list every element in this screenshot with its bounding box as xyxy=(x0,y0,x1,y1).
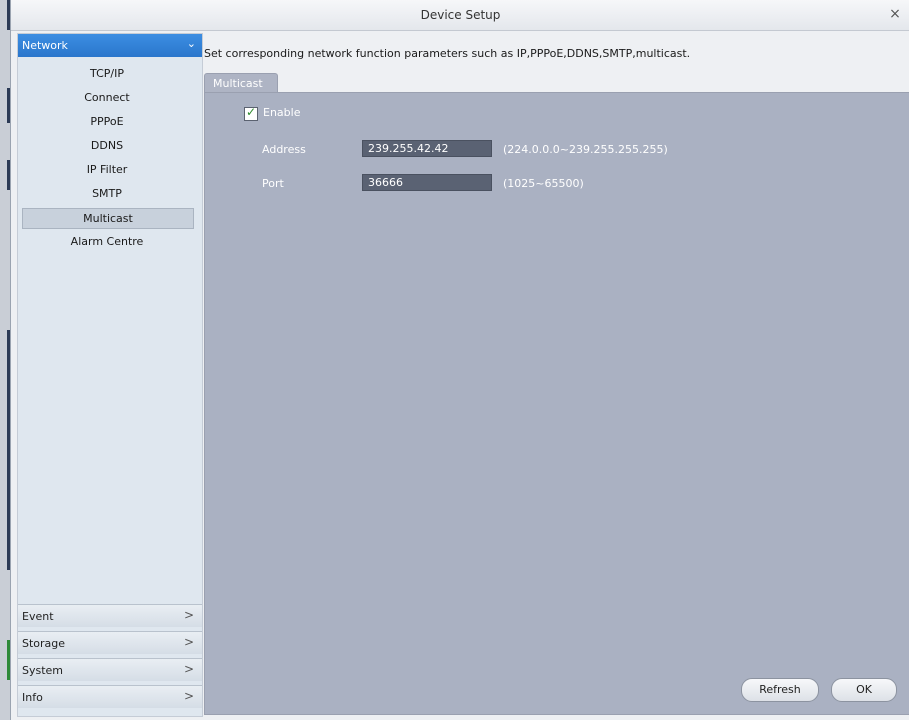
sidebar-item-smtp[interactable]: SMTP xyxy=(22,184,192,204)
sidebar-section-label: Info xyxy=(22,691,43,704)
sidebar-section-event[interactable]: Event > xyxy=(18,604,202,627)
enable-checkbox[interactable]: ✓ xyxy=(244,105,258,121)
desktop-edge xyxy=(0,0,10,720)
sidebar-item-pppoe[interactable]: PPPoE xyxy=(22,112,192,132)
sidebar-section-label: Storage xyxy=(22,637,66,650)
chevron-right-icon: > xyxy=(183,608,194,622)
tab-multicast[interactable]: Multicast xyxy=(204,73,278,93)
sidebar-section-storage[interactable]: Storage > xyxy=(18,631,202,654)
sidebar-item-alarm-centre[interactable]: Alarm Centre xyxy=(22,232,192,252)
device-setup-window: Device Setup × Network ⌄ TCP/IP Connect … xyxy=(10,0,909,720)
page-description: Set corresponding network function param… xyxy=(204,47,691,60)
refresh-button[interactable]: Refresh xyxy=(741,678,819,702)
sidebar-item-connect[interactable]: Connect xyxy=(22,88,192,108)
port-range-hint: (1025~65500) xyxy=(503,177,584,190)
chevron-right-icon: > xyxy=(183,635,194,649)
sidebar-section-network[interactable]: Network ⌄ xyxy=(18,34,202,57)
sidebar-section-info[interactable]: Info > xyxy=(18,685,202,708)
sidebar-section-system[interactable]: System > xyxy=(18,658,202,681)
sidebar: Network ⌄ TCP/IP Connect PPPoE DDNS IP F… xyxy=(17,33,203,717)
title-bar: Device Setup × xyxy=(11,0,909,31)
checkmark-icon: ✓ xyxy=(246,105,257,119)
window-title: Device Setup xyxy=(420,8,501,22)
ok-button[interactable]: OK xyxy=(831,678,897,702)
sidebar-section-label: System xyxy=(22,664,64,677)
sidebar-item-ip-filter[interactable]: IP Filter xyxy=(22,160,192,180)
sidebar-section-label: Network xyxy=(22,39,68,52)
address-label: Address xyxy=(262,143,306,156)
port-label: Port xyxy=(262,177,284,190)
multicast-panel: ✓ Enable Address (224.0.0.0~239.255.255.… xyxy=(204,92,909,715)
enable-label: Enable xyxy=(263,106,301,119)
sidebar-section-label: Event xyxy=(22,610,54,623)
sidebar-item-multicast[interactable]: Multicast xyxy=(22,208,194,229)
address-range-hint: (224.0.0.0~239.255.255.255) xyxy=(503,143,668,156)
address-field[interactable] xyxy=(362,140,492,157)
chevron-down-icon: ⌄ xyxy=(186,37,196,50)
port-field[interactable] xyxy=(362,174,492,191)
close-icon[interactable]: × xyxy=(886,5,904,23)
sidebar-item-ddns[interactable]: DDNS xyxy=(22,136,192,156)
sidebar-item-tcpip[interactable]: TCP/IP xyxy=(22,64,192,84)
chevron-right-icon: > xyxy=(183,689,194,703)
chevron-right-icon: > xyxy=(183,662,194,676)
tab-label: Multicast xyxy=(213,77,263,90)
